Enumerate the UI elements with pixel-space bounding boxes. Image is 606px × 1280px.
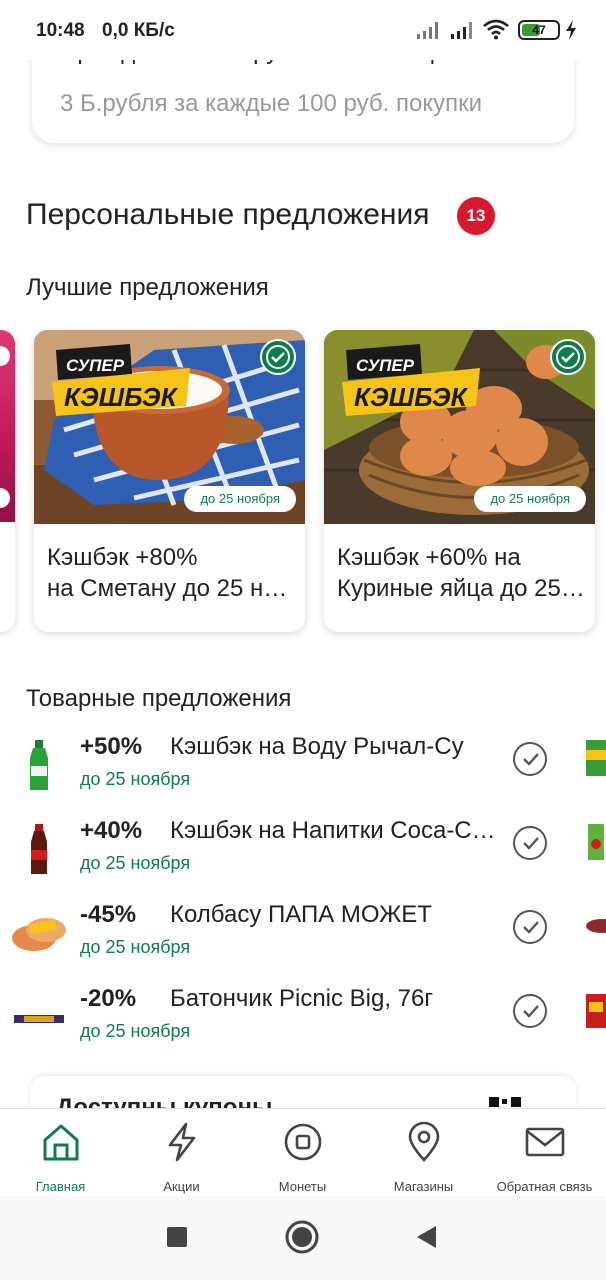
nav-label: Главная bbox=[35, 1179, 86, 1194]
product-offer-row[interactable]: +40% Кэшбэк на Напитки Coca-Cola до 25 н… bbox=[0, 814, 606, 898]
battery-level: 47 bbox=[532, 23, 546, 37]
eggs-basket-image: СУПЕР КЭШБЭК до 25 ноября bbox=[324, 330, 595, 524]
network-speed: 0,0 КБ/с bbox=[102, 20, 175, 41]
offer-card-sour-cream[interactable]: СУПЕР КЭШБЭК до 25 ноября Кэшбэк +80% на… bbox=[34, 330, 305, 632]
product-thumb-peek bbox=[586, 919, 606, 933]
activated-check-icon bbox=[550, 339, 586, 375]
product-offer-row[interactable]: -45% Колбасу ПАПА МОЖЕТ до 25 ноября bbox=[0, 898, 606, 982]
signal-icon bbox=[417, 22, 438, 39]
offer-date: до 25 ноября bbox=[474, 486, 586, 512]
offer-title: Кэшбэк +60% на Куриные яйца до 25 ноября bbox=[337, 544, 587, 602]
activate-check-icon[interactable] bbox=[513, 910, 547, 944]
offer-card-eggs[interactable]: СУПЕР КЭШБЭК до 25 ноября Кэшбэк +60% на… bbox=[324, 330, 595, 632]
discount-percent: +50% bbox=[80, 733, 143, 760]
svg-text:СУПЕР: СУПЕР bbox=[356, 356, 415, 375]
water-bottle-icon bbox=[30, 740, 48, 790]
cola-bottle-icon bbox=[31, 824, 47, 874]
discount-percent: +40% bbox=[80, 817, 143, 844]
super-cashback-label: СУПЕР КЭШБЭК bbox=[342, 344, 480, 416]
mail-icon bbox=[525, 1127, 565, 1157]
nav-home[interactable]: Главная bbox=[0, 1109, 121, 1197]
product-name: Кэшбэк на Воду Рычал-Су bbox=[170, 733, 464, 760]
product-offers-title: Товарные предложения bbox=[26, 685, 292, 712]
nav-stores[interactable]: Магазины bbox=[363, 1109, 484, 1197]
activated-check-icon bbox=[260, 339, 296, 375]
charging-icon bbox=[566, 20, 576, 40]
offer-date: до 25 ноября bbox=[184, 486, 296, 512]
status-bar: 10:48 0,0 КБ/с 47 bbox=[0, 0, 606, 60]
product-thumb-peek bbox=[586, 994, 606, 1028]
product-offer-row[interactable]: +50% Кэшбэк на Воду Рычал-Су до 25 ноябр… bbox=[0, 730, 606, 814]
signal-icon-2 bbox=[451, 22, 472, 39]
home-icon bbox=[43, 1124, 79, 1161]
battery-icon: 47 bbox=[518, 20, 560, 40]
bottom-navigation: Главная Акции Монеты Магазины Обратная с… bbox=[0, 1108, 606, 1196]
product-name: Колбасу ПАПА МОЖЕТ bbox=[170, 901, 432, 928]
product-name: Батончик Picnic Big, 76г bbox=[170, 985, 434, 1012]
nav-label: Обратная связь bbox=[496, 1179, 593, 1194]
discount-percent: -45% bbox=[80, 901, 137, 928]
status-time: 10:48 bbox=[36, 20, 85, 41]
back-icon[interactable] bbox=[414, 1224, 438, 1250]
svg-text:КЭШБЭК: КЭШБЭК bbox=[354, 382, 469, 412]
product-offer-row[interactable]: -20% Батончик Picnic Big, 76г до 25 нояб… bbox=[0, 982, 606, 1066]
product-name: Кэшбэк на Напитки Coca-Cola bbox=[170, 817, 500, 844]
super-cashback-label: СУПЕР КЭШБЭК bbox=[52, 344, 190, 416]
wifi-icon bbox=[483, 19, 509, 40]
nav-label: Магазины bbox=[393, 1179, 454, 1194]
product-thumb-peek bbox=[588, 824, 604, 860]
nav-coins[interactable]: Монеты bbox=[242, 1109, 363, 1197]
system-navigation-bar bbox=[0, 1196, 606, 1280]
nav-feedback[interactable]: Обратная связь bbox=[484, 1109, 605, 1197]
nav-label: Акции bbox=[163, 1179, 200, 1194]
offer-title: Кэшбэк +80% на Сметану до 25 ноября bbox=[47, 544, 297, 602]
recent-apps-icon[interactable] bbox=[166, 1226, 188, 1248]
nav-promotions[interactable]: Акции bbox=[121, 1109, 242, 1197]
offer-date: до 25 ноября bbox=[80, 853, 191, 873]
activate-check-icon[interactable] bbox=[513, 994, 547, 1028]
svg-text:КЭШБЭК: КЭШБЭК bbox=[64, 382, 179, 412]
chocolate-bar-icon bbox=[14, 1015, 64, 1023]
best-offers-title: Лучшие предложения bbox=[26, 274, 269, 301]
cashback-rate: 3 Б.рубля за каждые 100 руб. покупки bbox=[60, 90, 482, 117]
map-pin-icon bbox=[408, 1121, 440, 1162]
home-button-icon[interactable] bbox=[285, 1220, 319, 1254]
activate-check-icon[interactable] bbox=[513, 826, 547, 860]
product-thumb-peek bbox=[586, 740, 606, 776]
coin-icon bbox=[284, 1123, 322, 1161]
offer-date: до 25 ноября bbox=[80, 1021, 191, 1041]
sour-cream-pot-image: СУПЕР КЭШБЭК до 25 ноября bbox=[34, 330, 305, 524]
offers-count-badge: 13 bbox=[457, 197, 495, 235]
nav-label: Монеты bbox=[278, 1179, 327, 1194]
offer-card-previous[interactable] bbox=[0, 330, 15, 632]
offer-date: до 25 ноября bbox=[80, 937, 191, 957]
svg-text:СУПЕР: СУПЕР bbox=[66, 356, 125, 375]
activate-check-icon[interactable] bbox=[513, 742, 547, 776]
personal-offers-title: Персональные предложения bbox=[26, 198, 430, 231]
sausage-icon bbox=[12, 918, 66, 951]
discount-percent: -20% bbox=[80, 985, 137, 1012]
offer-date: до 25 ноября bbox=[80, 769, 191, 789]
lightning-icon bbox=[168, 1122, 196, 1162]
